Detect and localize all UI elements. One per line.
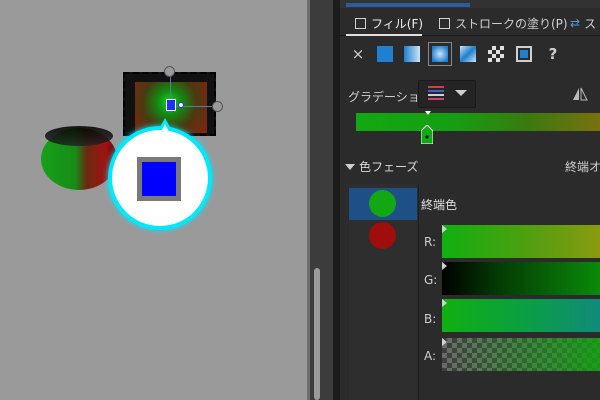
flip-gradient-icon[interactable]	[572, 86, 588, 102]
scrollbar-thumb[interactable]	[314, 268, 320, 400]
stop-color-swatch	[369, 222, 396, 249]
linear-gradient-icon[interactable]	[404, 46, 420, 62]
expand-triangle-icon	[345, 163, 355, 170]
color-phases-header[interactable]: 色フェーズ	[345, 158, 418, 175]
tab-fill[interactable]: フィル(F)	[355, 13, 423, 33]
channel-label-b: B:	[424, 312, 437, 326]
color-phases-title: 色フェーズ	[359, 160, 419, 174]
stops-divider	[418, 184, 419, 400]
channel-slider-b[interactable]	[442, 299, 600, 332]
mesh-gradient-icon[interactable]	[460, 46, 476, 62]
gradient-center-handle[interactable]	[166, 99, 176, 111]
gradient-radius-handle-right[interactable]	[212, 101, 223, 112]
gradient-focus-handle[interactable]	[178, 102, 184, 108]
selected-stop-name: 終端色	[421, 198, 458, 212]
callout-tail-inner	[158, 124, 172, 138]
active-tab-underline	[346, 34, 422, 36]
slider-notch	[442, 225, 447, 233]
slider-notch	[442, 262, 447, 270]
flat-color-icon[interactable]	[377, 46, 393, 62]
stroke-style-icon: ⇄	[570, 16, 581, 30]
stop-top-marker	[425, 111, 431, 115]
tab-stroke-paint-label: ストロークの塗り(P)	[455, 16, 568, 31]
panel-divider[interactable]	[333, 0, 340, 400]
channel-slider-g[interactable]	[442, 262, 600, 295]
checkbox-icon	[355, 17, 366, 29]
channel-label-a: A:	[424, 349, 437, 363]
tab-stroke-paint[interactable]: ストロークの塗り(P)	[439, 13, 568, 33]
panel-topbar-accent	[346, 3, 470, 7]
radial-gradient-icon[interactable]	[428, 42, 452, 66]
no-paint-icon[interactable]: ×	[350, 46, 366, 62]
tab-stroke-style[interactable]: ⇄ ス	[570, 13, 596, 33]
slider-notch	[442, 299, 447, 307]
channel-label-g: G:	[424, 273, 438, 287]
gradient-swatch-icon	[428, 86, 444, 100]
chevron-down-icon	[455, 90, 467, 96]
unset-icon[interactable]: ?	[545, 46, 561, 62]
pattern-icon[interactable]	[488, 46, 504, 62]
ellipse-object[interactable]	[41, 126, 117, 190]
stop-color-swatch	[369, 190, 396, 217]
stop-row-end[interactable]	[349, 188, 417, 220]
tab-stroke-style-label: ス	[584, 16, 597, 31]
slider-notch	[442, 338, 447, 346]
stop-row-start[interactable]	[349, 220, 417, 252]
checkbox-icon	[439, 17, 450, 29]
channel-slider-a[interactable]	[442, 338, 600, 371]
center-stop-square-icon	[137, 157, 181, 201]
tab-fill-label: フィル(F)	[371, 16, 424, 31]
channel-label-r: R:	[424, 235, 437, 249]
end-option-label: 終端オ	[565, 160, 600, 174]
channel-slider-r[interactable]	[442, 225, 600, 258]
swatch-icon[interactable]	[516, 46, 532, 62]
gradient-preview-bar[interactable]	[356, 113, 600, 131]
gradient-stop-handle[interactable]	[421, 125, 433, 144]
gradient-selector-dropdown[interactable]	[418, 80, 476, 108]
gradient-radius-handle-top[interactable]	[164, 66, 175, 77]
